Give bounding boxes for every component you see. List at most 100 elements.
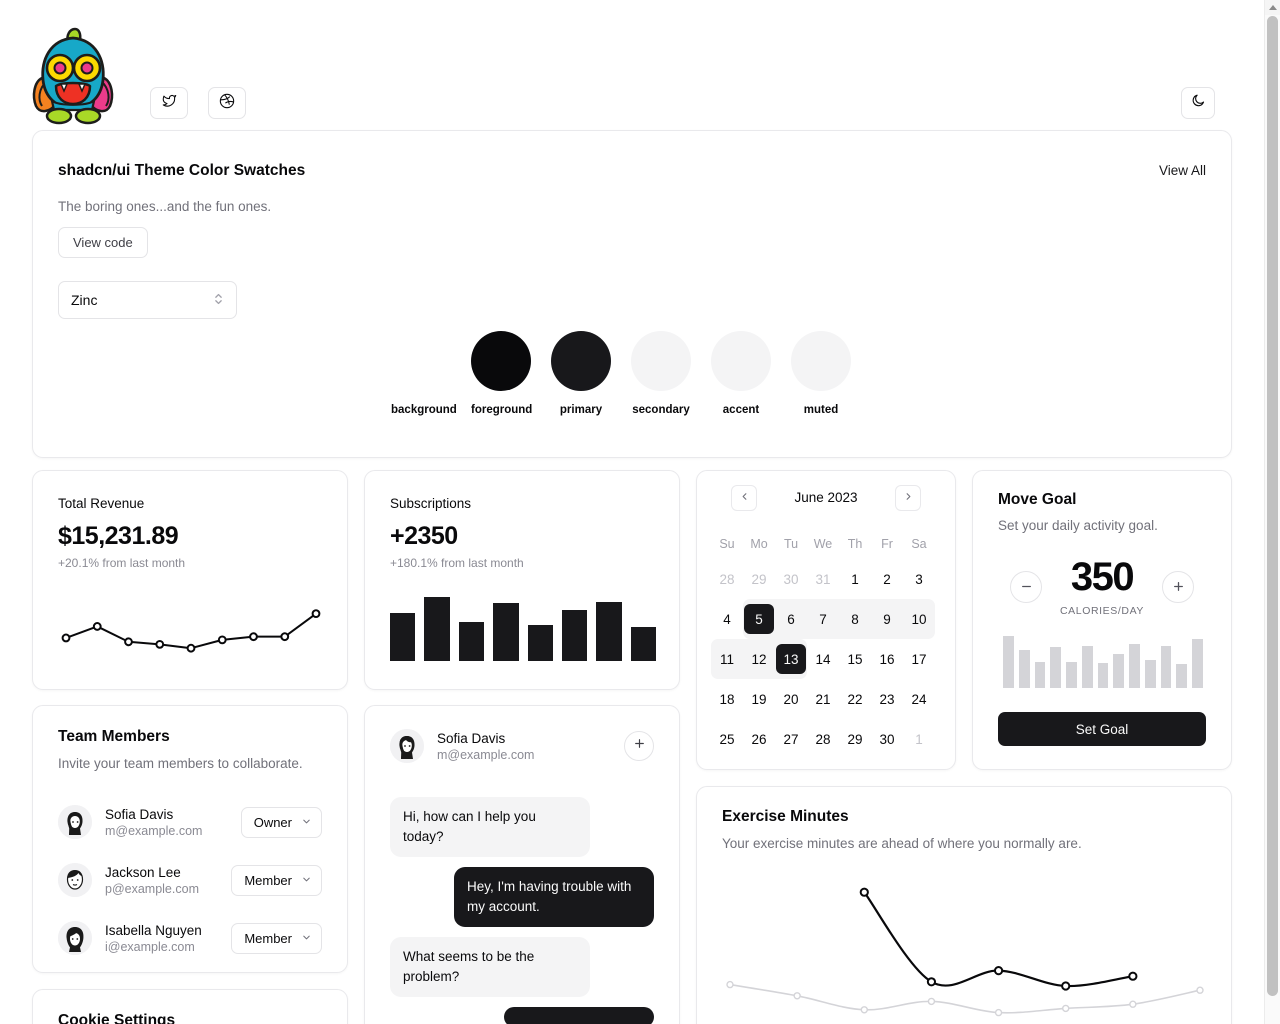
calendar-day-13[interactable]: 13 xyxy=(775,639,807,679)
view-all-link[interactable]: View All xyxy=(1159,163,1206,178)
bar xyxy=(1192,639,1203,688)
calendar-day-11[interactable]: 11 xyxy=(711,639,743,679)
chat-header: Sofia Davis m@example.com xyxy=(390,729,654,763)
calendar-day-30[interactable]: 30 xyxy=(775,559,807,599)
swatch-label: secondary xyxy=(632,404,690,416)
calendar-day-label: 23 xyxy=(879,691,895,707)
swatch-secondary[interactable]: secondary xyxy=(631,331,691,416)
dribbble-link-button[interactable] xyxy=(208,87,246,119)
theme-toggle-button[interactable] xyxy=(1181,87,1215,119)
chevron-updown-icon xyxy=(213,291,224,310)
calendar-day-26[interactable]: 26 xyxy=(743,719,775,759)
swatch-muted[interactable]: muted xyxy=(791,331,851,416)
calendar-day-25[interactable]: 25 xyxy=(711,719,743,759)
calendar-day-2[interactable]: 2 xyxy=(871,559,903,599)
calendar-day-28[interactable]: 28 xyxy=(711,559,743,599)
calendar-day-1[interactable]: 1 xyxy=(839,559,871,599)
theme-select[interactable]: Zinc xyxy=(58,281,237,319)
chat-bubble-me: Hey, I'm having trouble with my account. xyxy=(454,867,654,927)
calendar-day-label: 14 xyxy=(815,651,831,667)
scrollbar-thumb[interactable] xyxy=(1267,16,1278,996)
calendar-dow: Tu xyxy=(783,537,799,551)
new-chat-button[interactable] xyxy=(624,731,654,761)
calendar-day-5[interactable]: 5 xyxy=(743,599,775,639)
calendar-day-9[interactable]: 9 xyxy=(871,599,903,639)
calendar-day-22[interactable]: 22 xyxy=(839,679,871,719)
member-role-select[interactable]: Member xyxy=(231,864,322,896)
calendar-day-21[interactable]: 21 xyxy=(807,679,839,719)
member-role-select[interactable]: Owner xyxy=(240,806,322,838)
calendar-day-6[interactable]: 6 xyxy=(775,599,807,639)
exercise-minutes-chart xyxy=(726,887,1204,1017)
calendar-day-30[interactable]: 30 xyxy=(871,719,903,759)
calendar-day-17[interactable]: 17 xyxy=(903,639,935,679)
calendar-day-23[interactable]: 23 xyxy=(871,679,903,719)
set-goal-button[interactable]: Set Goal xyxy=(998,712,1206,746)
decrement-goal-button[interactable] xyxy=(1010,571,1042,603)
increment-goal-button[interactable] xyxy=(1162,571,1194,603)
calendar-next-button[interactable] xyxy=(895,485,921,511)
calendar-day-4[interactable]: 4 xyxy=(711,599,743,639)
scroll-up-arrow[interactable] xyxy=(1265,0,1280,15)
calendar-day-31[interactable]: 31 xyxy=(807,559,839,599)
member-role-label: Member xyxy=(244,872,292,888)
bar xyxy=(390,612,416,661)
calendar-day-12[interactable]: 12 xyxy=(743,639,775,679)
calendar-day-label: 5 xyxy=(744,604,774,634)
calendar-prev-button[interactable] xyxy=(731,485,757,511)
chat-contact: Sofia Davis m@example.com xyxy=(437,730,534,763)
calendar-day-3[interactable]: 3 xyxy=(903,559,935,599)
minus-icon xyxy=(1020,579,1033,596)
chevron-right-icon xyxy=(903,491,914,505)
moon-icon xyxy=(1191,93,1206,113)
exercise-minutes-card: Exercise Minutes Your exercise minutes a… xyxy=(696,786,1232,1024)
twitter-link-button[interactable] xyxy=(150,87,188,119)
calendar-day-1[interactable]: 1 xyxy=(903,719,935,759)
calendar-day-15[interactable]: 15 xyxy=(839,639,871,679)
move-goal-title: Move Goal xyxy=(998,491,1077,508)
calendar-dow: Mo xyxy=(750,537,768,551)
swatch-list: background foreground primary secondary acce… xyxy=(391,331,851,416)
subscriptions-label: Subscriptions xyxy=(390,496,472,511)
calendar-day-29[interactable]: 29 xyxy=(839,719,871,759)
swatch-background[interactable]: background xyxy=(391,331,457,416)
swatch-primary[interactable]: primary xyxy=(551,331,611,416)
calendar-day-27[interactable]: 27 xyxy=(775,719,807,759)
calendar-day-20[interactable]: 20 xyxy=(775,679,807,719)
page-title: shadcn/ui Theme Color Swatches xyxy=(58,162,306,179)
swatch-accent[interactable]: accent xyxy=(711,331,771,416)
calendar-card: June 2023 Su Mo Tu We Th Fr Sa 28 29 30 31 1 2 3 4 5 6 7 8… xyxy=(696,470,956,770)
total-revenue-card: Total Revenue $15,231.89 +20.1% from las… xyxy=(32,470,348,690)
chevron-down-icon xyxy=(301,932,312,945)
calendar-day-label: 12 xyxy=(751,651,767,667)
calendar-day-10[interactable]: 10 xyxy=(903,599,935,639)
move-goal-stepper: 350 CALORIES/DAY xyxy=(973,557,1231,617)
calendar-day-label: 2 xyxy=(883,571,891,587)
monster-mascot-logo xyxy=(30,26,116,126)
calendar-day-8[interactable]: 8 xyxy=(839,599,871,639)
calendar-day-28[interactable]: 28 xyxy=(807,719,839,759)
swatch-foreground[interactable]: foreground xyxy=(471,331,532,416)
chat-contact-email: m@example.com xyxy=(437,747,535,762)
subscriptions-value: +2350 xyxy=(390,522,458,550)
calendar-day-7[interactable]: 7 xyxy=(807,599,839,639)
calendar-day-19[interactable]: 19 xyxy=(743,679,775,719)
calendar-day-label: 3 xyxy=(915,571,923,587)
page-header xyxy=(0,0,1264,130)
theme-select-value: Zinc xyxy=(71,292,98,308)
page-scrollbar[interactable] xyxy=(1264,0,1280,1024)
member-role-select[interactable]: Member xyxy=(231,922,322,954)
calendar-day-24[interactable]: 24 xyxy=(903,679,935,719)
calendar-day-16[interactable]: 16 xyxy=(871,639,903,679)
swatch-color-dot xyxy=(391,331,451,391)
calendar-day-18[interactable]: 18 xyxy=(711,679,743,719)
move-goal-description: Set your daily activity goal. xyxy=(998,518,1158,533)
avatar xyxy=(58,863,92,897)
bar xyxy=(1176,664,1188,688)
calendar-day-label: 6 xyxy=(787,611,795,627)
move-goal-card: Move Goal Set your daily activity goal. … xyxy=(972,470,1232,770)
view-code-button[interactable]: View code xyxy=(58,227,148,258)
team-description: Invite your team members to collaborate. xyxy=(58,756,303,771)
calendar-day-29[interactable]: 29 xyxy=(743,559,775,599)
calendar-day-14[interactable]: 14 xyxy=(807,639,839,679)
